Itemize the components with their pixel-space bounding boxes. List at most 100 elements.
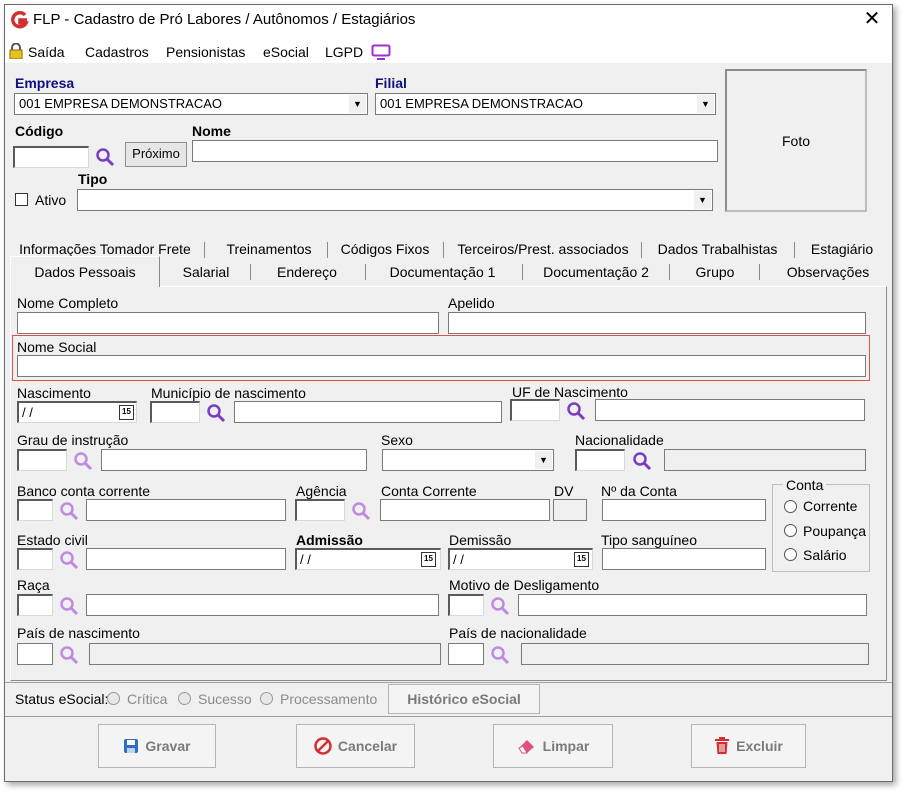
tab-grupo[interactable]: Grupo [685,264,745,280]
search-icon[interactable] [59,596,79,616]
grau-code-input[interactable] [17,449,67,471]
raca-name-input[interactable] [86,594,439,616]
nome-completo-input[interactable] [17,312,439,334]
divider [5,716,892,717]
municipio-code-input[interactable] [150,401,200,423]
admissao-input[interactable]: / / [295,548,441,570]
raca-code-input[interactable] [17,594,53,616]
tipo-label: Tipo [78,171,108,187]
tab-salarial[interactable]: Salarial [177,264,235,280]
filial-select[interactable]: 001 EMPRESA DEMONSTRACAO ▼ [375,93,716,115]
status-sucesso-radio [178,692,191,705]
calendar-icon[interactable]: 15 [119,405,134,420]
nascimento-value: / / [22,405,33,420]
calendar-icon[interactable]: 15 [421,552,436,567]
search-icon[interactable] [351,501,371,521]
tab-terceiros-prest-associados[interactable]: Terceiros/Prest. associados [457,241,629,257]
pais-nascimento-code-input[interactable] [17,643,53,665]
tab-observacoes[interactable]: Observações [773,264,883,280]
proximo-button[interactable]: Próximo [125,142,187,167]
banco-code-input[interactable] [17,499,53,521]
lock-icon [9,43,23,59]
tab-codigos-fixos[interactable]: Códigos Fixos [338,241,432,257]
excluir-button[interactable]: Excluir [691,724,806,768]
tab-documentacao-1[interactable]: Documentação 1 [385,264,500,280]
close-icon[interactable]: ✕ [861,8,883,30]
tipo-select[interactable]: ▼ [77,189,713,211]
divider [5,682,892,683]
calendar-icon[interactable]: 15 [574,552,589,567]
nome-input[interactable] [192,140,718,162]
tab-informacoes-tomador-frete[interactable]: Informações Tomador Frete [15,241,195,257]
monitor-icon[interactable] [371,44,391,60]
menu-bar: Saída Cadastros Pensionistas eSocial LGP… [5,35,892,63]
tab-treinamentos[interactable]: Treinamentos [215,241,323,257]
gravar-button[interactable]: Gravar [98,724,216,768]
agencia-input[interactable] [295,499,345,521]
menu-lgpd[interactable]: LGPD [325,44,363,60]
pais-nacionalidade-name-input [521,643,869,665]
uf-name-input[interactable] [595,399,865,421]
pais-nacionalidade-code-input[interactable] [448,643,484,665]
search-icon[interactable] [95,147,115,167]
radio-poupanca[interactable] [784,524,797,537]
demissao-input[interactable]: / / [448,548,593,570]
num-conta-input[interactable] [602,499,766,521]
banco-name-input[interactable] [86,499,286,521]
radio-corrente[interactable] [784,500,797,513]
cancelar-button[interactable]: Cancelar [296,724,415,768]
filial-value: 001 EMPRESA DEMONSTRACAO [380,96,583,111]
radio-salario[interactable] [784,548,797,561]
photo-frame[interactable]: Foto [725,69,867,212]
save-icon [124,739,139,753]
search-icon[interactable] [490,596,510,616]
tab-dados-pessoais: Dados Pessoais [34,264,136,280]
menu-cadastros[interactable]: Cadastros [85,44,149,60]
motivo-label: Motivo de Desligamento [449,577,600,593]
search-icon[interactable] [632,451,652,471]
historico-esocial-button[interactable]: Histórico eSocial [388,684,540,714]
menu-pensionistas[interactable]: Pensionistas [166,44,245,60]
corrente-label: Corrente [803,498,858,514]
menu-saida[interactable]: Saída [28,44,65,60]
dv-input [553,499,587,521]
search-icon[interactable] [566,401,586,421]
limpar-button[interactable]: Limpar [493,724,613,768]
search-icon[interactable] [73,451,93,471]
municipio-name-input[interactable] [234,401,502,423]
tab-documentacao-2[interactable]: Documentação 2 [540,264,652,280]
grau-name-input[interactable] [101,449,367,471]
search-icon[interactable] [59,645,79,665]
search-icon[interactable] [59,501,79,521]
codigo-input[interactable] [13,146,89,168]
sexo-select[interactable]: ▼ [382,449,554,471]
tab-dados-pessoais-active[interactable]: Dados Pessoais [10,256,160,287]
motivo-name-input[interactable] [518,594,867,616]
search-icon[interactable] [206,403,226,423]
motivo-code-input[interactable] [448,594,484,616]
nacionalidade-code-input[interactable] [575,449,625,471]
search-icon[interactable] [59,550,79,570]
tab-separator [327,242,328,258]
tab-estagiario[interactable]: Estagiário [805,241,879,257]
menu-esocial[interactable]: eSocial [263,44,309,60]
nome-social-input[interactable] [17,355,866,377]
status-processamento-label: Processamento [280,691,378,707]
estado-civil-code-input[interactable] [17,548,53,570]
raca-label: Raça [17,577,50,593]
status-processamento-radio [260,692,273,705]
conta-corrente-input[interactable] [380,499,550,521]
estado-civil-name-input[interactable] [86,548,286,570]
tab-endereco[interactable]: Endereço [267,264,347,280]
uf-code-input[interactable] [510,399,560,421]
tab-dados-trabalhistas[interactable]: Dados Trabalhistas [655,241,780,257]
tipo-sanguineo-input[interactable] [602,548,766,570]
sexo-label: Sexo [381,432,413,448]
historico-esocial-label: Histórico eSocial [407,691,521,707]
salario-label: Salário [803,547,847,563]
apelido-input[interactable] [448,312,866,334]
empresa-select[interactable]: 001 EMPRESA DEMONSTRACAO ▼ [14,93,368,115]
search-icon[interactable] [490,645,510,665]
ativo-checkbox[interactable] [15,193,28,206]
chevron-down-icon: ▼ [349,95,366,113]
